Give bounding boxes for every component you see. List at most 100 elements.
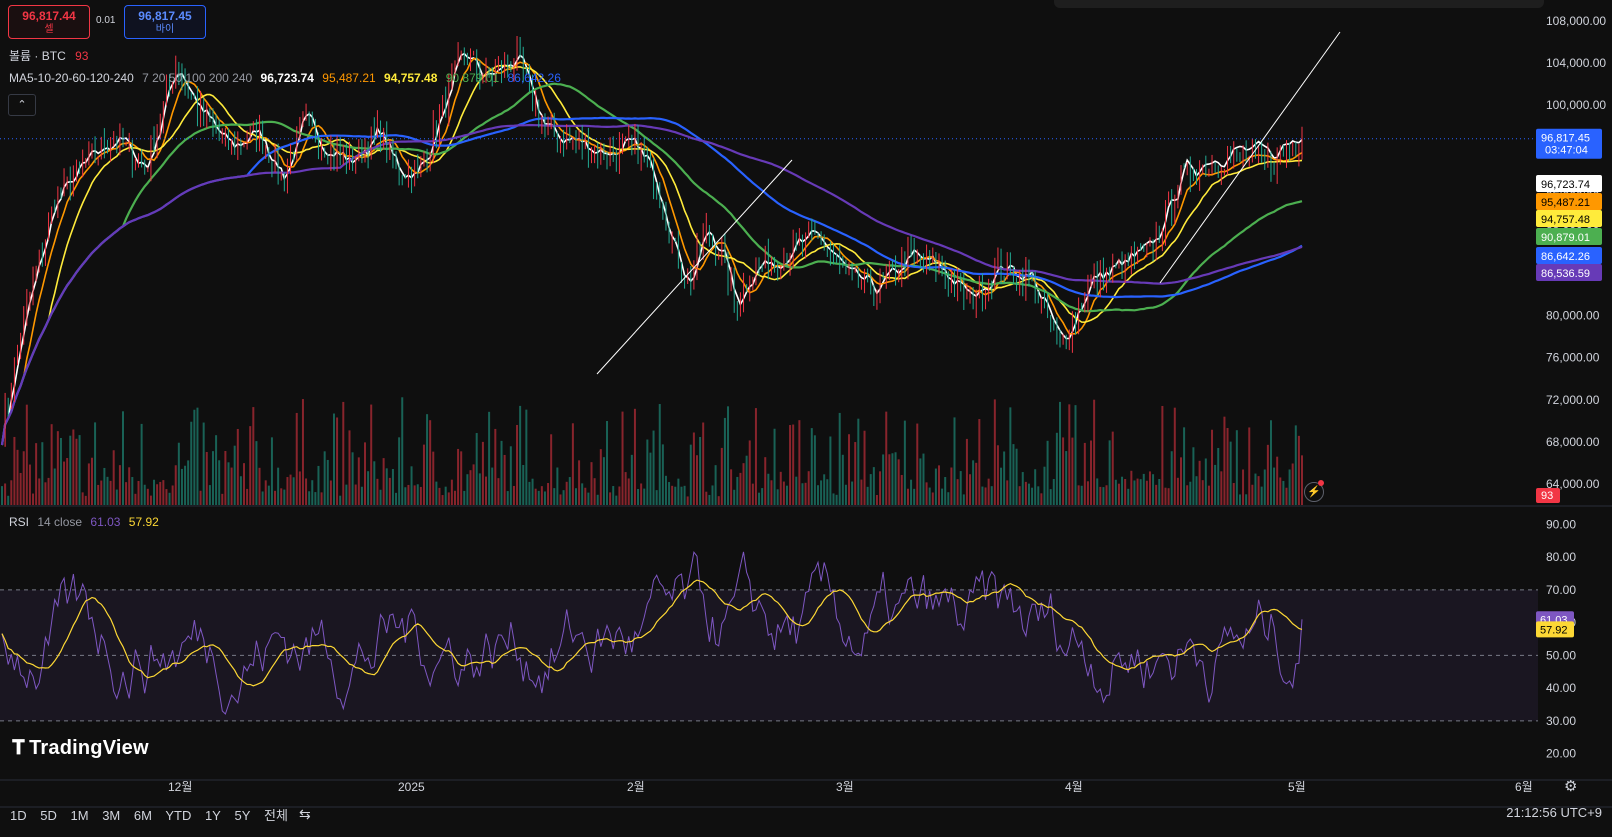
volume-bar: [497, 478, 500, 505]
range-1m[interactable]: 1M: [71, 808, 89, 823]
sell-button[interactable]: 96,817.44 셀: [8, 5, 90, 39]
x-axis-label: 4월: [1065, 780, 1083, 794]
volume-bar: [733, 489, 736, 505]
volume-bar: [199, 490, 202, 505]
volume-bar: [547, 483, 550, 505]
volume-bar: [900, 474, 903, 505]
volume-bar: [457, 448, 460, 505]
buy-button[interactable]: 96,817.45 바이: [124, 5, 206, 39]
volume-bar: [522, 464, 525, 505]
volume-bar: [1108, 440, 1111, 505]
volume-bar: [38, 478, 41, 505]
volume-bar: [764, 457, 767, 505]
volume-bar: [686, 496, 689, 505]
range-1y[interactable]: 1Y: [205, 808, 221, 823]
price-tick-label: 80,000.00: [1546, 309, 1600, 323]
volume-bar: [1155, 484, 1158, 505]
volume-bar: [1043, 466, 1046, 505]
volume-bar: [388, 477, 391, 505]
volume-bar: [758, 492, 761, 505]
volume-bar: [289, 474, 292, 505]
volume-bar: [627, 478, 630, 505]
range-5d[interactable]: 5D: [40, 808, 57, 823]
volume-bar: [1220, 471, 1223, 505]
volume-bar: [525, 409, 528, 505]
volume-bar: [739, 472, 742, 505]
volume-bar: [1012, 444, 1015, 505]
tradingview-logo[interactable]: 𝐓 TradingView: [12, 737, 149, 760]
volume-bar: [506, 491, 509, 505]
ma-legend[interactable]: MA5-10-20-60-120-240 7 20 50 100 200 240…: [9, 71, 566, 85]
top-panel-edge: [1054, 0, 1544, 8]
brand-name: TradingView: [29, 737, 149, 759]
range-1d[interactable]: 1D: [10, 808, 27, 823]
volume-bar: [798, 420, 801, 505]
volume-bar: [829, 436, 832, 505]
volume-bar: [537, 490, 540, 505]
volume-bar: [1052, 479, 1055, 505]
volume-bar: [848, 434, 851, 505]
volume-bar: [699, 437, 702, 505]
chart-canvas[interactable]: 108,000.00104,000.00100,000.0096,000.009…: [0, 0, 1612, 837]
range-all[interactable]: 전체: [264, 808, 288, 823]
volume-bar: [115, 489, 118, 505]
volume-bar: [708, 494, 711, 505]
volume-bar: [134, 493, 137, 505]
volume-bar: [531, 478, 534, 505]
x-axis-label: 12월: [168, 780, 192, 794]
volume-bar: [748, 440, 751, 505]
volume-bar: [426, 414, 429, 505]
volume-bar: [1037, 486, 1040, 505]
volume-bar: [990, 486, 993, 505]
rsi-ma-tag-value: 57.92: [1540, 624, 1568, 636]
volume-bar: [314, 492, 317, 505]
rsi-legend-ma: 57.92: [128, 515, 159, 529]
volume-bar: [485, 476, 488, 505]
volume-bar: [509, 446, 512, 505]
rsi-legend[interactable]: RSI 14 close 61.03 57.92: [9, 515, 164, 529]
settings-icon[interactable]: ⚙: [1564, 777, 1577, 795]
volume-bar: [1235, 430, 1238, 505]
volume-bar: [1192, 447, 1195, 505]
volume-bar: [1186, 485, 1189, 505]
volume-bar: [1090, 440, 1093, 505]
volume-bar: [751, 483, 754, 505]
volume-bar: [438, 487, 441, 505]
volume-bar: [571, 423, 574, 505]
volume-bar: [10, 480, 13, 505]
volume-bar: [47, 477, 50, 505]
volume-bar: [100, 480, 103, 505]
volume-bar: [1055, 432, 1058, 505]
volume-bar: [28, 464, 31, 505]
volume-bar: [1282, 480, 1285, 505]
range-ytd[interactable]: YTD: [165, 808, 191, 823]
volume-bar: [177, 442, 180, 505]
range-6m[interactable]: 6M: [134, 808, 152, 823]
ma-line-4: [0, 82, 1303, 446]
volume-bar: [823, 474, 826, 505]
volume-bar: [689, 444, 692, 505]
volume-bar: [1251, 484, 1254, 505]
collapse-legend-button[interactable]: ⌃: [8, 94, 36, 116]
volume-bar: [488, 411, 491, 505]
range-3m[interactable]: 3M: [102, 808, 120, 823]
volume-bar: [543, 491, 546, 505]
volume-bar: [1207, 485, 1210, 505]
clock[interactable]: 21:12:56 UTC+9: [1506, 805, 1602, 820]
volume-bar: [987, 478, 990, 505]
volume-bar: [441, 495, 444, 505]
calendar-range-icon[interactable]: ⇆: [299, 806, 311, 823]
volume-bar: [891, 453, 894, 505]
volume-bar: [1164, 487, 1167, 505]
range-5y[interactable]: 5Y: [234, 808, 250, 823]
rsi-tick-label: 90.00: [1546, 517, 1576, 531]
volume-bar: [621, 411, 624, 505]
volume-bar: [1080, 485, 1083, 505]
volume-bar: [475, 433, 478, 505]
volume-bar: [655, 490, 658, 505]
rsi-legend-params: 14 close: [37, 515, 83, 529]
volume-bar: [646, 439, 649, 505]
volume-legend[interactable]: 볼륨 · BTC 93: [9, 47, 88, 64]
volume-bar: [413, 485, 416, 505]
volume-bar: [208, 485, 211, 505]
